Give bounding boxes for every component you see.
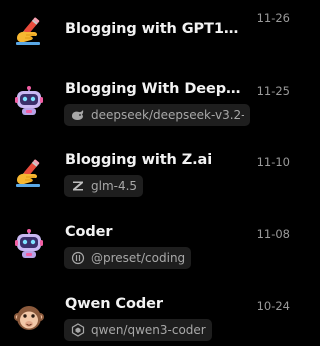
conversation-date: 10-24 [256, 299, 290, 313]
writing-hand-icon [14, 16, 44, 46]
conversation-date: 11-08 [256, 227, 290, 241]
model-label: qwen/qwen3-coder [91, 323, 206, 337]
deepseek-whale-icon [71, 108, 85, 122]
conversation-title: Qwen Coder [65, 296, 163, 312]
conversation-item-blogging-zai[interactable]: Blogging with Z.ai 11-10 glm-4.5 [0, 140, 302, 204]
model-label: glm-4.5 [91, 179, 138, 193]
conversation-date: 11-26 [256, 11, 290, 25]
model-label: deepseek/deepseek-v3.2-ex [91, 108, 244, 122]
conversation-title: Blogging with GPT120B C... [65, 21, 247, 37]
conversation-date: 11-25 [256, 84, 290, 98]
conversation-item-coder[interactable]: Coder 11-08 @preset/coding [0, 212, 302, 276]
robot-icon [14, 86, 44, 116]
model-chip: @preset/coding [64, 247, 192, 269]
model-chip: deepseek/deepseek-v3.2-ex [64, 104, 250, 126]
qwen-logo-icon [71, 323, 85, 337]
conversation-title: Coder [65, 224, 113, 240]
model-chip: qwen/qwen3-coder [64, 319, 212, 341]
conversation-item-blogging-gpt120b[interactable]: Blogging with GPT120B C... 11-26 [0, 0, 302, 64]
model-label: @preset/coding [91, 251, 186, 265]
monkey-icon [14, 303, 44, 333]
conversation-item-qwen-coder[interactable]: Qwen Coder 10-24 qwen/qwen3-coder [0, 282, 302, 346]
conversation-list: Blogging with GPT120B C... 11-26 Bloggin… [0, 0, 302, 346]
conversation-title: Blogging With Deepseek [65, 81, 247, 97]
model-chip: glm-4.5 [64, 175, 144, 197]
writing-hand-icon [14, 158, 44, 188]
zai-logo-icon [71, 179, 85, 193]
robot-icon [14, 229, 44, 259]
conversation-date: 11-10 [256, 155, 290, 169]
conversation-item-blogging-deepseek[interactable]: Blogging With Deepseek 11-25 deepseek/de… [0, 70, 302, 134]
conversation-title: Blogging with Z.ai [65, 152, 213, 168]
openrouter-preset-icon [71, 251, 85, 265]
